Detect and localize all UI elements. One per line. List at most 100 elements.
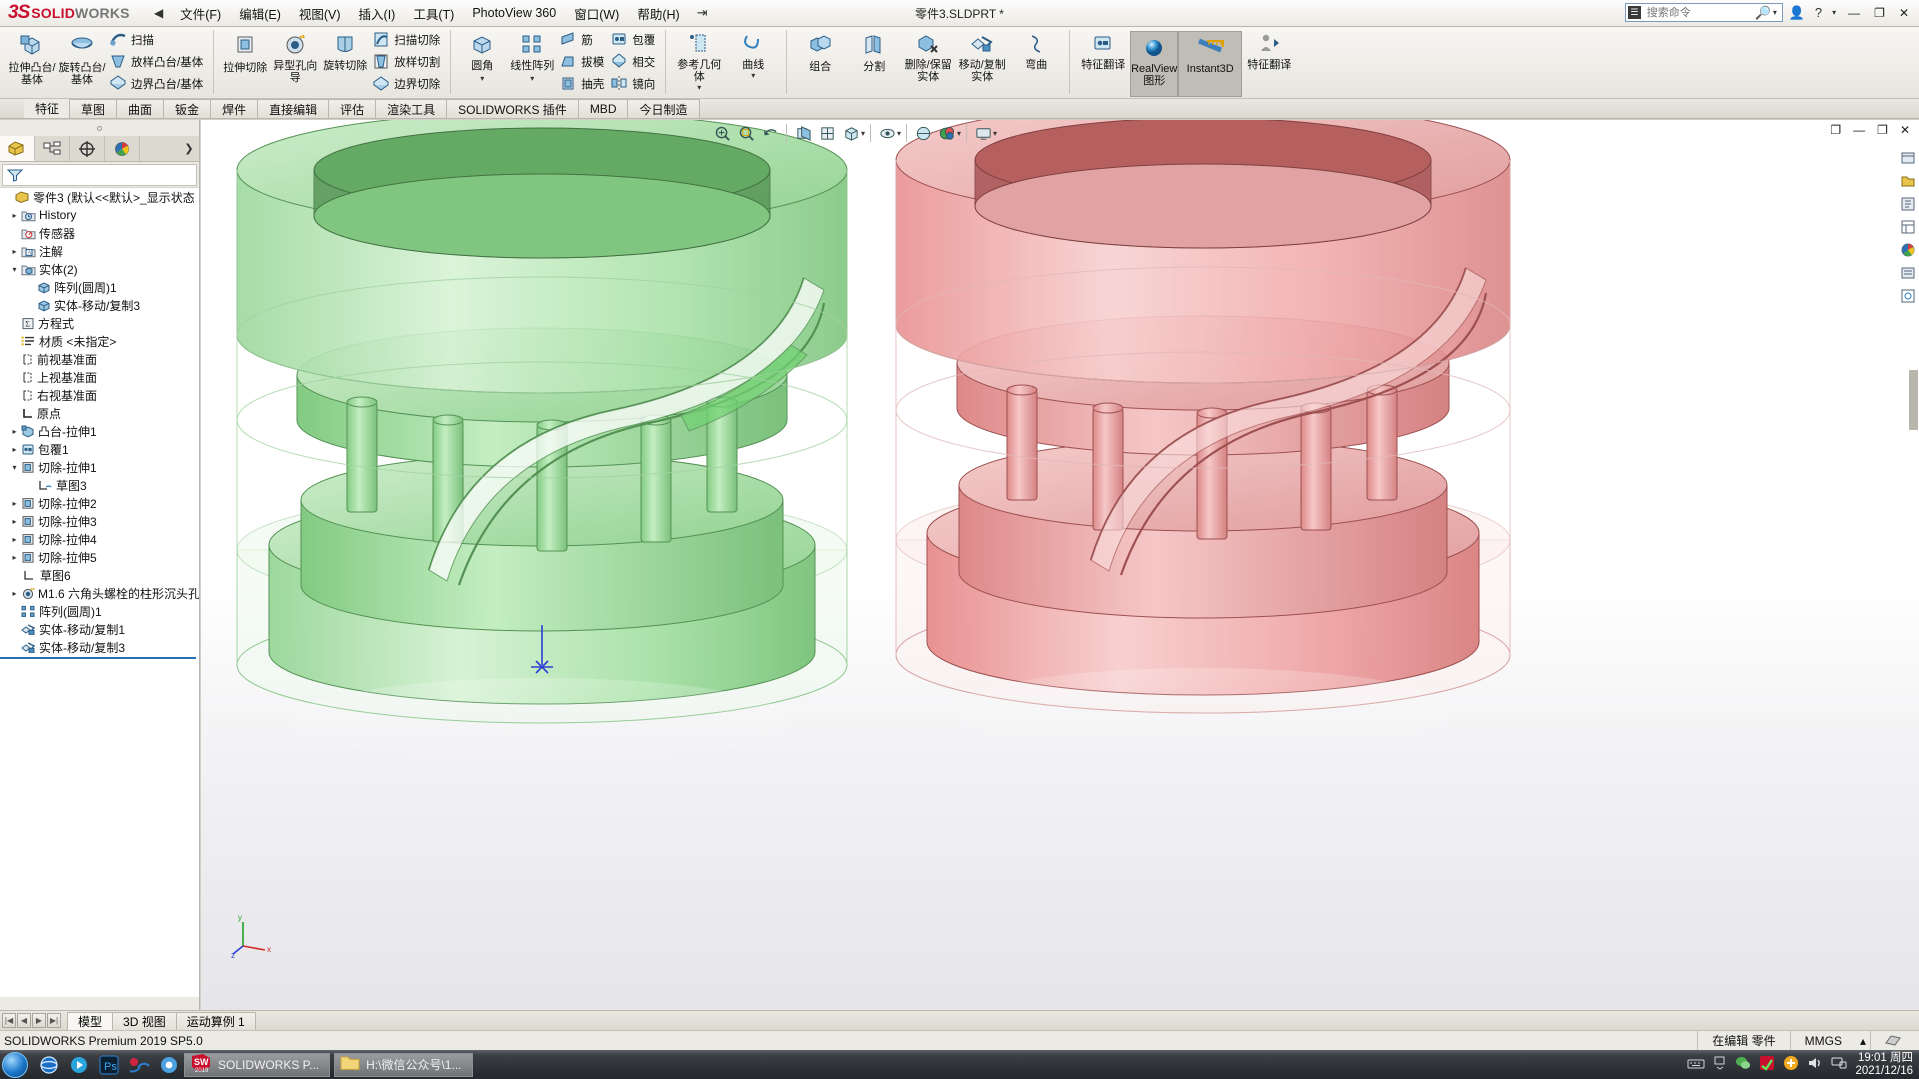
window-minimize-button[interactable]: — — [1842, 4, 1866, 22]
tree-item[interactable]: 传感器 — [0, 224, 199, 242]
flex-button[interactable]: 弯曲 — [1009, 29, 1063, 71]
tree-item[interactable]: ▸ History — [0, 206, 199, 224]
rib-button[interactable]: 筋 — [557, 29, 608, 51]
menu-item-photoview[interactable]: PhotoView 360 — [463, 2, 565, 24]
overlay-icon[interactable] — [1870, 1031, 1915, 1050]
chevron-down-icon[interactable]: ▾ — [993, 129, 997, 138]
restore-doc-button[interactable]: ❐ — [1825, 122, 1846, 138]
menu-item-edit[interactable]: 编辑(E) — [230, 0, 290, 27]
doc-tab-3dviews[interactable]: 3D 视图 — [112, 1011, 177, 1031]
tree-item[interactable]: ▸ 凸台-拉伸1 — [0, 422, 199, 440]
hide-show-icon[interactable] — [876, 122, 898, 144]
tree-item[interactable]: ▸ 切除-拉伸2 — [0, 494, 199, 512]
chevron-down-icon[interactable]: ▾ — [957, 129, 961, 138]
wechat-icon[interactable] — [1735, 1055, 1751, 1074]
boundary-cut-button[interactable]: 边界切除 — [370, 73, 444, 95]
menu-collapse-arrow-icon[interactable]: ◀ — [154, 6, 163, 20]
delete-keep-body-button[interactable]: 删除/保留实体 — [901, 29, 955, 83]
tree-item[interactable]: 原点 — [0, 404, 199, 422]
tree-item[interactable]: 实体-移动/复制3 — [0, 638, 199, 656]
taskbar-clock[interactable]: 19:01 周四 2021/12/16 — [1855, 1052, 1913, 1078]
tree-expander-icon[interactable]: ▸ — [8, 211, 21, 220]
photoshop-icon[interactable]: Ps — [94, 1052, 124, 1078]
shell-button[interactable]: 抽壳 — [557, 73, 608, 95]
wrap-button[interactable]: 包覆 — [608, 29, 659, 51]
tree-item[interactable]: ▸ M1.6 六角头螺栓的柱形沉头孔1 — [0, 584, 199, 602]
tree-item[interactable]: 前视基准面 — [0, 350, 199, 368]
display-states-icon[interactable] — [1898, 263, 1918, 283]
tab-surfaces[interactable]: 曲面 — [116, 99, 165, 118]
display-manager-tab[interactable] — [105, 136, 140, 161]
tree-item[interactable]: ▸ A 注解 — [0, 242, 199, 260]
tree-expander-icon[interactable]: ▸ — [8, 499, 21, 508]
tree-expander-icon[interactable]: ▸ — [8, 589, 21, 598]
zoom-to-fit-icon[interactable] — [711, 122, 733, 144]
intersect-button[interactable]: 相交 — [608, 51, 659, 73]
tab-weldments[interactable]: 焊件 — [210, 99, 259, 118]
tree-item[interactable]: ▸ 包覆1 — [0, 440, 199, 458]
tab-solidworks-addins[interactable]: SOLIDWORKS 插件 — [446, 99, 579, 118]
solidworks-task-item[interactable]: SW 2019 SOLIDWORKS P... — [184, 1052, 331, 1077]
design-library-icon[interactable] — [1898, 171, 1918, 191]
tree-root-item[interactable]: 零件3 (默认<<默认>_显示状态 1>) — [0, 188, 199, 206]
search-box[interactable]: ☰ 🔍 ▾ — [1624, 3, 1783, 22]
lofted-cut-button[interactable]: 放样切割 — [370, 51, 444, 73]
section-view-icon[interactable] — [792, 122, 814, 144]
tab-features[interactable]: 特征 — [24, 99, 71, 118]
zoom-to-area-icon[interactable] — [735, 122, 757, 144]
tree-item[interactable]: 材质 <未指定> — [0, 332, 199, 350]
close-doc-button[interactable]: ✕ — [1895, 122, 1915, 138]
tree-filter-box[interactable] — [2, 164, 197, 186]
keyboard-icon[interactable] — [1687, 1057, 1705, 1073]
display-style-icon[interactable] — [840, 122, 862, 144]
tab-mbd[interactable]: MBD — [577, 99, 629, 118]
nav-last-button[interactable]: ▶| — [47, 1013, 61, 1028]
nav-first-button[interactable]: |◀ — [2, 1013, 16, 1028]
swept-cut-button[interactable]: 扫描切除 — [370, 29, 444, 51]
media-player-icon[interactable] — [64, 1052, 94, 1078]
nav-prev-button[interactable]: ◀ — [17, 1013, 31, 1028]
explorer-task-item[interactable]: H:\微信公众号\1... — [334, 1052, 473, 1077]
drawing-views-icon[interactable] — [1898, 286, 1918, 306]
tree-expander-icon[interactable]: ▾ — [8, 265, 21, 274]
network-icon[interactable] — [1831, 1056, 1847, 1073]
minimize-doc-button[interactable]: — — [1848, 122, 1870, 138]
tree-item[interactable]: 阵列(圆周)1 — [0, 278, 199, 296]
tree-item[interactable]: 实体-移动/复制1 — [0, 620, 199, 638]
menu-item-insert[interactable]: 插入(I) — [350, 0, 405, 27]
tab-direct-editing[interactable]: 直接编辑 — [257, 99, 330, 118]
tab-evaluate[interactable]: 评估 — [328, 99, 377, 118]
chrome-icon[interactable] — [154, 1052, 184, 1078]
menu-item-window[interactable]: 窗口(W) — [565, 0, 628, 27]
menu-item-help[interactable]: 帮助(H) — [628, 0, 688, 27]
red-body[interactable] — [895, 120, 1511, 752]
tree-item[interactable]: 实体-移动/复制3 — [0, 296, 199, 314]
view-palette-icon[interactable] — [1898, 148, 1918, 168]
tree-expander-icon[interactable]: ▸ — [8, 445, 21, 454]
menu-item-view[interactable]: 视图(V) — [290, 0, 350, 27]
edit-appearance-icon[interactable] — [936, 122, 958, 144]
chevron-down-icon[interactable]: ▾ — [861, 129, 865, 138]
sweep-button[interactable]: 扫描 — [107, 29, 207, 51]
tree-item[interactable]: ▾ 切除-拉伸1 — [0, 458, 199, 476]
tree-expander-icon[interactable]: ▾ — [8, 463, 21, 472]
wrap2-button[interactable]: 特征翻译 — [1076, 29, 1130, 71]
tree-item[interactable]: ▸ 切除-拉伸3 — [0, 512, 199, 530]
tab-render-tools[interactable]: 渲染工具 — [375, 99, 448, 118]
loft-boss-button[interactable]: 放样凸台/基体 — [107, 51, 207, 73]
tree-expander-icon[interactable]: ▸ — [8, 427, 21, 436]
curves-button[interactable]: 曲线 ▾ — [726, 29, 780, 80]
window-close-button[interactable]: ✕ — [1893, 4, 1915, 22]
tree-item[interactable]: 草图6 — [0, 566, 199, 584]
tree-item[interactable]: Σ 方程式 — [0, 314, 199, 332]
split-button[interactable]: 分割 — [847, 29, 901, 73]
appearances-icon[interactable] — [1898, 240, 1918, 260]
extrude-cut-button[interactable]: 拉伸切除 — [220, 29, 270, 74]
internet-explorer-icon[interactable] — [34, 1052, 64, 1078]
chevron-down-icon[interactable]: ▾ — [692, 83, 706, 92]
help-icon[interactable]: ? — [1811, 4, 1826, 21]
magnifier-icon[interactable]: 🔍 — [1755, 5, 1771, 21]
tree-expander-icon[interactable]: ▸ — [8, 535, 21, 544]
tab-sketch[interactable]: 草图 — [69, 99, 118, 118]
feature-manager-tab[interactable] — [0, 136, 35, 161]
